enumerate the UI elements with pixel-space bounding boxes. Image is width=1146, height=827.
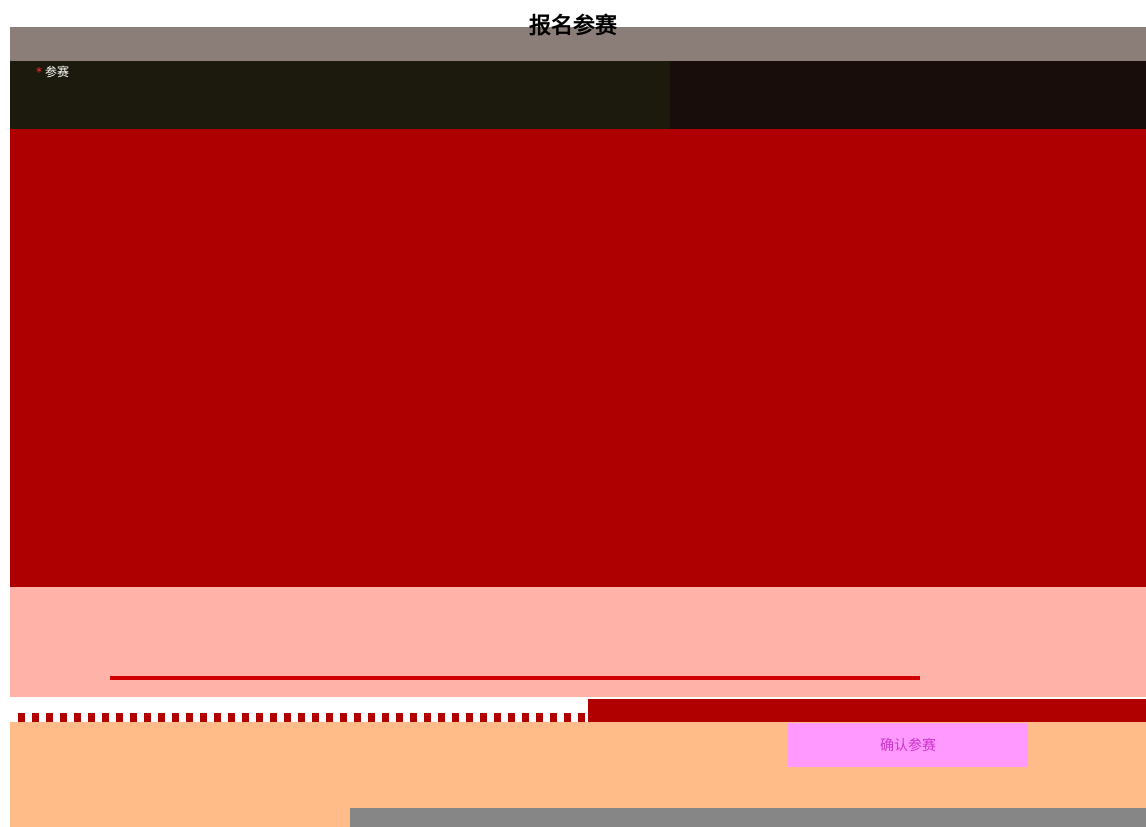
bottom-scroll-area[interactable]: [350, 808, 1146, 827]
notice-band: [10, 587, 1146, 697]
progress-bar: [110, 676, 920, 680]
team-label-text: 参赛: [45, 65, 70, 79]
notice-band-left: [10, 604, 110, 697]
team-field-label: * 参赛: [36, 63, 69, 81]
content-panel-left: [10, 146, 670, 604]
dialog-title: 报名参赛: [528, 14, 617, 39]
signup-dialog: 报名参赛 * 参赛 确认参赛: [0, 0, 1146, 827]
footer-strip: [588, 699, 1146, 723]
confirm-signup-button[interactable]: 确认参赛: [788, 723, 1028, 767]
form-section-right: [670, 61, 1146, 129]
required-marker: *: [36, 65, 42, 79]
